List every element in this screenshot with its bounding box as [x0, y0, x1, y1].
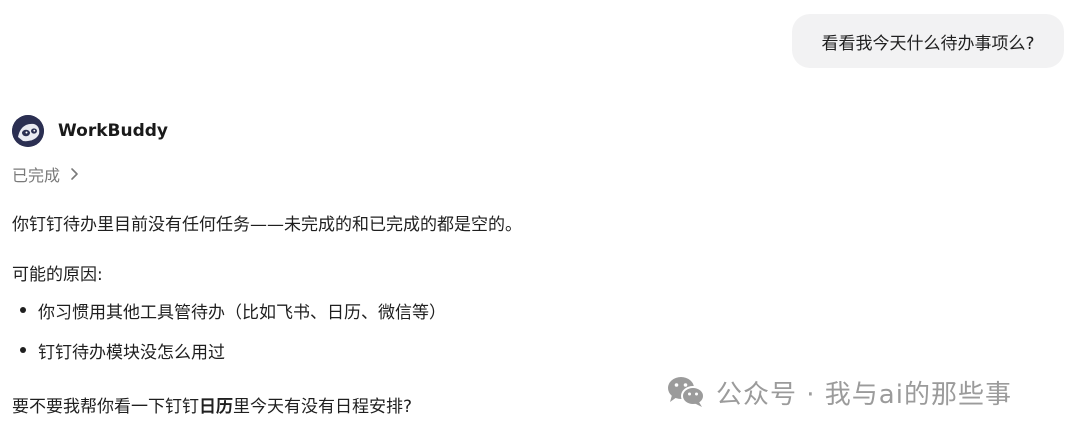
bullet-dot	[20, 307, 26, 313]
calendar-emphasis: 日历	[199, 397, 233, 417]
chat-view: 看看我今天什么待办事项么? WorkBuddy 已完成 你钉钉待办里目前没有任何…	[0, 0, 1080, 435]
reasons-title: 可能的原因:	[12, 265, 103, 285]
wechat-icon	[666, 375, 706, 409]
chevron-right-icon	[70, 167, 80, 181]
user-message-text: 看看我今天什么待办事项么?	[821, 33, 1035, 54]
bullet-dot	[20, 347, 26, 353]
list-item-text: 你习惯用其他工具管待办（比如飞书、日历、微信等）	[38, 302, 446, 323]
reply-paragraph: 你钉钉待办里目前没有任何任务——未完成的和已完成的都是空的。	[12, 215, 522, 235]
list-item: 你习惯用其他工具管待办（比如飞书、日历、微信等）	[20, 298, 446, 323]
list-item: 钉钉待办模块没怎么用过	[20, 338, 446, 363]
follow-up-question: 要不要我帮你看一下钉钉日历里今天有没有日程安排?	[12, 392, 412, 417]
assistant-header: WorkBuddy	[12, 114, 168, 148]
status-label: 已完成	[12, 166, 61, 185]
workbuddy-avatar-icon	[12, 115, 44, 147]
follow-up-text-end: 里今天有没有日程安排?	[233, 397, 413, 417]
reasons-list: 你习惯用其他工具管待办（比如飞书、日历、微信等） 钉钉待办模块没怎么用过	[20, 298, 446, 378]
user-message-bubble: 看看我今天什么待办事项么?	[792, 14, 1064, 68]
completed-status-toggle[interactable]: 已完成	[12, 162, 80, 186]
watermark: 公众号 · 我与ai的那些事	[666, 372, 1012, 412]
assistant-name: WorkBuddy	[58, 121, 168, 141]
list-item-text: 钉钉待办模块没怎么用过	[38, 342, 225, 363]
watermark-text: 公众号 · 我与ai的那些事	[716, 379, 1012, 410]
follow-up-text-start: 要不要我帮你看一下钉钉	[12, 397, 199, 417]
